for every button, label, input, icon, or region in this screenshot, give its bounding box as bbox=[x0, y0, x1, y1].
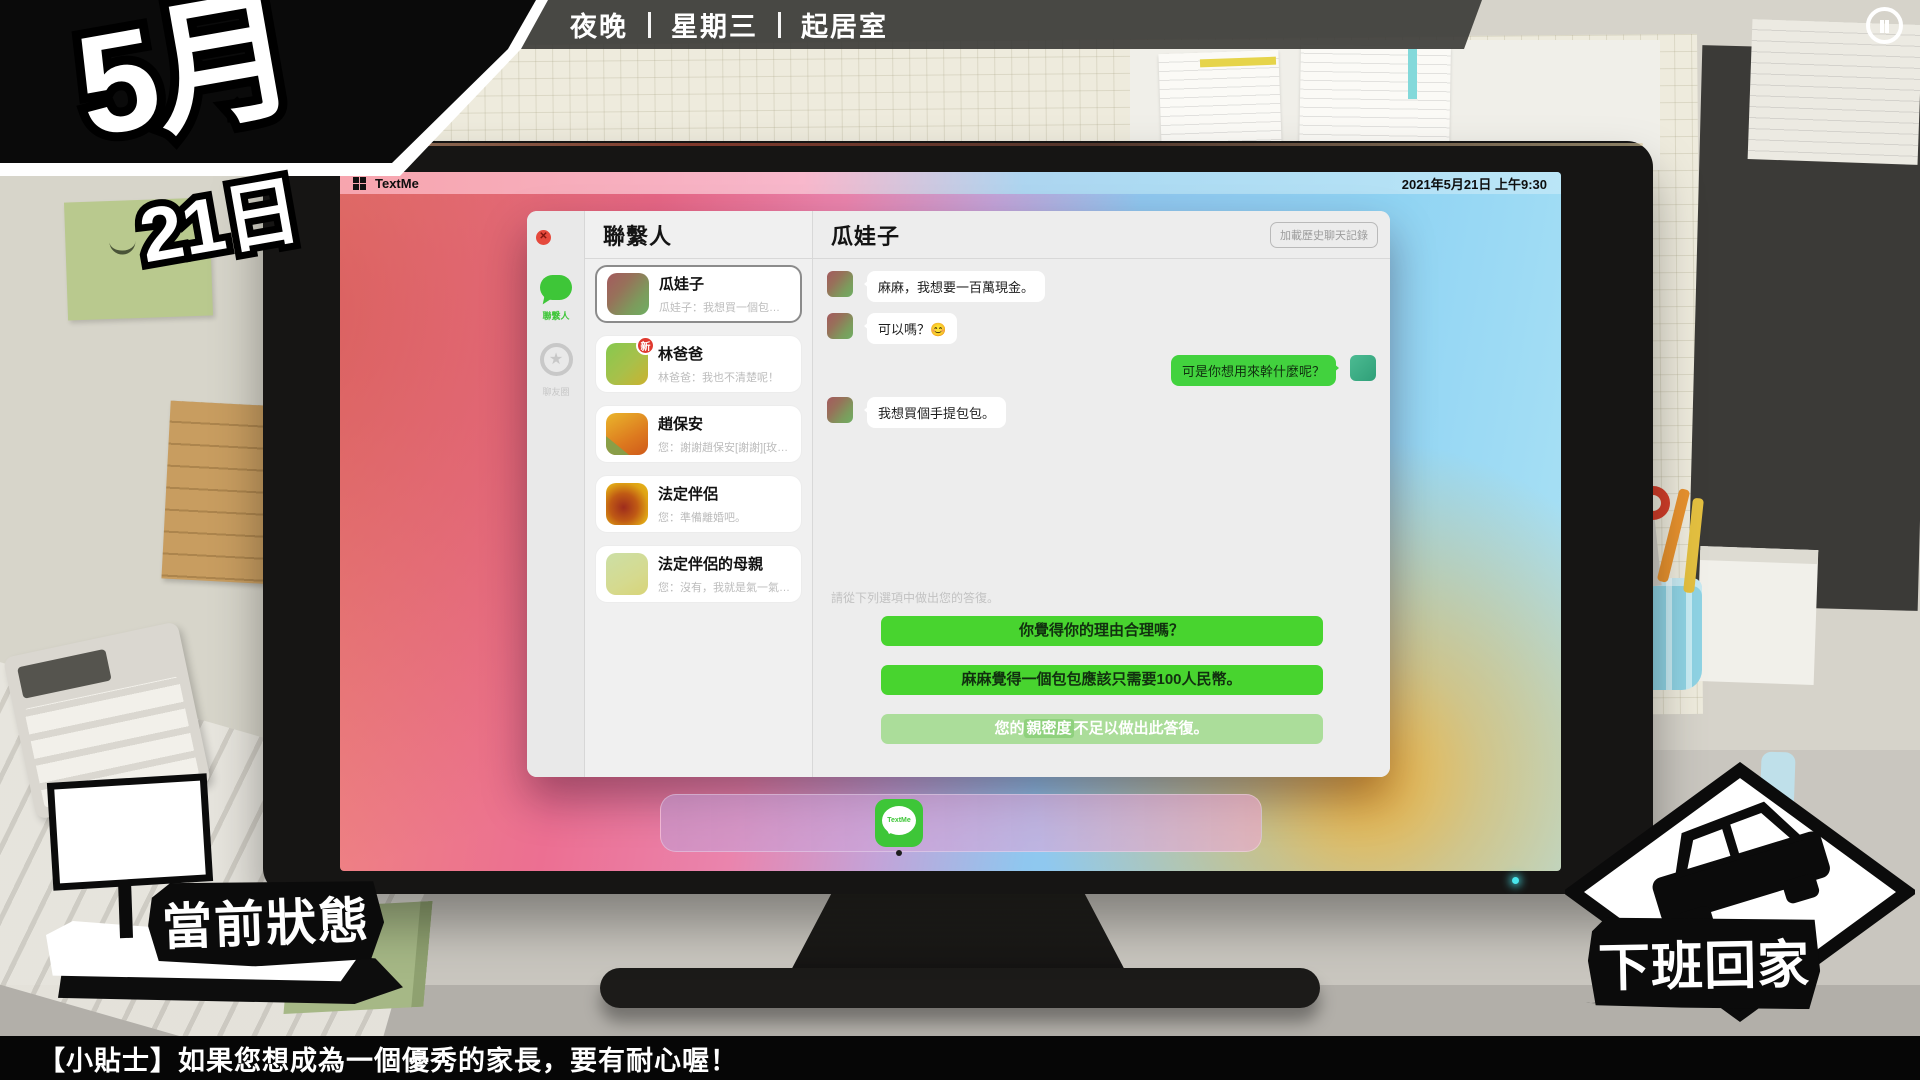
sidebar-item-contacts[interactable]: 聯繫人 bbox=[527, 275, 585, 322]
contacts-header: 聯繫人 bbox=[585, 211, 812, 259]
scribble bbox=[109, 240, 135, 255]
sidebar-item-moments[interactable]: ★ 聊友圈 bbox=[527, 343, 585, 398]
star-circle-icon: ★ bbox=[540, 343, 573, 376]
chat-header: 瓜娃子 加載歷史聊天記錄 bbox=[813, 211, 1390, 259]
reply-option-2[interactable]: 麻麻覺得一個包包應該只需要100人民幣。 bbox=[881, 665, 1323, 695]
contact-row-spouse-mother[interactable]: 法定伴侶的母親 您：沒有，我就是氣一氣他。 bbox=[595, 545, 802, 603]
contact-name: 趙保安 bbox=[658, 413, 791, 434]
avatar bbox=[606, 413, 648, 455]
pause-button[interactable] bbox=[1866, 7, 1903, 44]
menu-bar: TextMe 2021年5月21日 上午9:30 bbox=[340, 172, 1561, 194]
hud-location: 起居室 bbox=[801, 5, 888, 44]
avatar bbox=[607, 273, 649, 315]
separator bbox=[648, 12, 651, 38]
menu-app-name: TextMe bbox=[375, 176, 419, 191]
desktop-screen: TextMe 2021年5月21日 上午9:30 ✕ 聯繫人 ★ 聊友圈 聯繫人 bbox=[340, 172, 1561, 871]
monitor-edge-highlight bbox=[273, 143, 1643, 146]
contact-row-linbaba[interactable]: 新 林爸爸 林爸爸：我也不清楚呢！ bbox=[595, 335, 802, 393]
tip-text: 【小貼士】如果您想成為一個優秀的家長，要有耐心喔！ bbox=[38, 1039, 738, 1078]
avatar bbox=[606, 553, 648, 595]
avatar bbox=[827, 313, 853, 339]
dock: TextMe bbox=[660, 794, 1262, 852]
contact-list: 瓜娃子 瓜娃子：我想買一個包包。 新 林爸爸 林爸爸：我也不清楚呢！ bbox=[585, 259, 812, 621]
contact-row-zhaobaoan[interactable]: 趙保安 您：謝謝趙保安[謝謝][玫瑰] bbox=[595, 405, 802, 463]
contact-preview: 您：準備離婚吧。 bbox=[658, 509, 746, 525]
contacts-panel: 聯繫人 瓜娃子 瓜娃子：我想買一個包包。 新 bbox=[585, 211, 813, 777]
message-left: 可以嗎？😊 bbox=[827, 313, 1376, 344]
cyan-accent bbox=[1408, 49, 1417, 99]
sidebar-item-label: 聯繫人 bbox=[527, 309, 585, 322]
hud-date-month: 5月5月 bbox=[67, 0, 301, 159]
tip-bar: 【小貼士】如果您想成為一個優秀的家長，要有耐心喔！ bbox=[0, 1036, 1920, 1080]
contact-preview: 林爸爸：我也不清楚呢！ bbox=[658, 369, 779, 385]
reply-options: 請從下列選項中做出您的答復。 你覺得你的理由合理嗎？ 麻麻覺得一個包包應該只需要… bbox=[813, 589, 1390, 763]
message-bubble: 麻麻，我想要一百萬現金。 bbox=[867, 271, 1045, 302]
message-left: 我想買個手提包包。 bbox=[827, 397, 1376, 428]
monitor-stand-neck bbox=[788, 892, 1128, 976]
load-history-button[interactable]: 加載歷史聊天記錄 bbox=[1270, 222, 1378, 248]
contact-preview: 瓜娃子：我想買一個包包。 bbox=[659, 299, 790, 315]
sign-pole bbox=[118, 880, 133, 938]
contact-row-spouse[interactable]: 法定伴侶 您：準備離婚吧。 bbox=[595, 475, 802, 533]
reply-option-locked[interactable]: 您的親密度不足以做出此答復。 bbox=[881, 714, 1323, 744]
contact-name: 法定伴侶的母親 bbox=[658, 553, 791, 574]
contact-name: 法定伴侶 bbox=[658, 483, 746, 504]
chat-panel: 瓜娃子 加載歷史聊天記錄 麻麻，我想要一百萬現金。 可以嗎？😊 可是你想用來幹什… bbox=[813, 211, 1390, 777]
sidebar-item-label: 聊友圈 bbox=[527, 385, 585, 398]
app-grid-icon[interactable] bbox=[353, 177, 366, 190]
tissue-box bbox=[1696, 546, 1819, 685]
contact-name: 林爸爸 bbox=[658, 343, 779, 364]
chat-title: 瓜娃子 bbox=[831, 219, 900, 251]
contacts-title: 聯繫人 bbox=[603, 219, 672, 251]
current-status-label: 當前狀態 bbox=[147, 874, 386, 970]
new-badge: 新 bbox=[636, 336, 655, 355]
monitor-stand-base bbox=[600, 968, 1320, 1008]
chat-bubble-icon bbox=[540, 275, 572, 300]
message-left: 麻麻，我想要一百萬現金。 bbox=[827, 271, 1376, 302]
power-led bbox=[1512, 877, 1519, 884]
contact-name: 瓜娃子 bbox=[659, 273, 790, 294]
reply-prompt: 請從下列選項中做出您的答復。 bbox=[831, 589, 1390, 606]
go-home-label[interactable]: 下班回家 bbox=[1587, 914, 1821, 1013]
reply-option-1[interactable]: 你覺得你的理由合理嗎？ bbox=[881, 616, 1323, 646]
textme-window: ✕ 聯繫人 ★ 聊友圈 聯繫人 瓜娃子 bbox=[527, 211, 1390, 777]
calculator-screen bbox=[17, 649, 112, 699]
avatar bbox=[827, 397, 853, 423]
contact-preview: 您：沒有，我就是氣一氣他。 bbox=[658, 579, 791, 595]
message-right: 可是你想用來幹什麼呢？ bbox=[827, 355, 1376, 386]
message-bubble: 我想買個手提包包。 bbox=[867, 397, 1006, 428]
separator bbox=[778, 12, 781, 38]
sign-board bbox=[47, 773, 213, 891]
message-bubble: 可是你想用來幹什麼呢？ bbox=[1171, 355, 1336, 386]
monitor: TextMe 2021年5月21日 上午9:30 ✕ 聯繫人 ★ 聊友圈 聯繫人 bbox=[263, 141, 1653, 894]
close-button[interactable]: ✕ bbox=[536, 230, 551, 245]
textme-dock-icon[interactable]: TextMe bbox=[875, 799, 923, 847]
message-list: 麻麻，我想要一百萬現金。 可以嗎？😊 可是你想用來幹什麼呢？ 我想買個手提包包。 bbox=[813, 259, 1390, 440]
avatar bbox=[1350, 355, 1376, 381]
avatar: 新 bbox=[606, 343, 648, 385]
avatar bbox=[827, 271, 853, 297]
contact-preview: 您：謝謝趙保安[謝謝][玫瑰] bbox=[658, 439, 791, 455]
hud-time-of-day: 夜晚 bbox=[570, 5, 628, 44]
running-indicator-dot bbox=[896, 850, 902, 856]
avatar bbox=[606, 483, 648, 525]
contact-row-guawazi[interactable]: 瓜娃子 瓜娃子：我想買一個包包。 bbox=[595, 265, 802, 323]
intimacy-highlight: 親密度 bbox=[1024, 719, 1073, 738]
menu-datetime: 2021年5月21日 上午9:30 bbox=[1402, 174, 1547, 193]
hud-weekday: 星期三 bbox=[671, 5, 758, 44]
sidebar-rail: ✕ 聯繫人 ★ 聊友圈 bbox=[527, 211, 585, 777]
message-bubble: 可以嗎？😊 bbox=[867, 313, 957, 344]
textme-app-logo: TextMe bbox=[882, 806, 916, 835]
